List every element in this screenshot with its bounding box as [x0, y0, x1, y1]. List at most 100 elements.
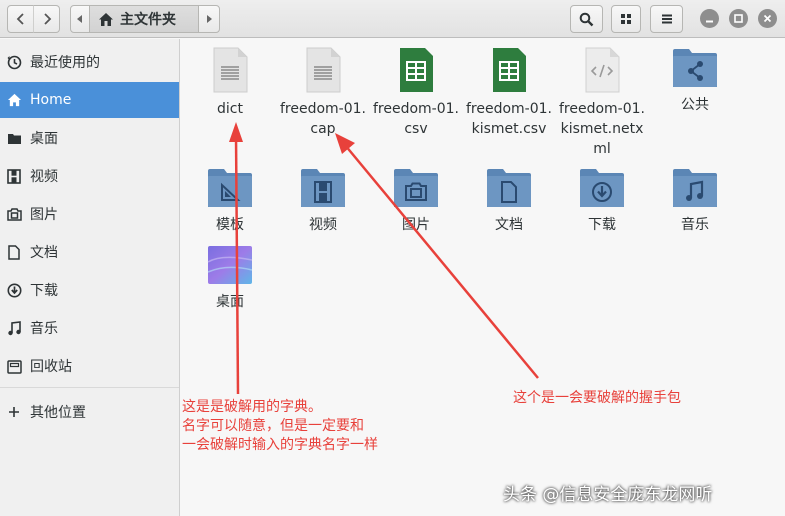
sidebar-item-label: Home [30, 92, 72, 108]
film-icon [6, 168, 22, 184]
file-name: 模板 [216, 217, 244, 233]
folder-videos-icon [301, 169, 345, 207]
sidebar-item-trash[interactable]: 回收站 [0, 348, 179, 384]
file-name: freedom-01.kismet.csv [465, 101, 552, 137]
folder-downloads-icon [580, 169, 624, 207]
clock-icon [6, 54, 22, 70]
header-bar: 主文件夹 [0, 0, 785, 38]
sidebar-item-music[interactable]: 音乐 [0, 310, 179, 346]
text-file-icon [213, 47, 248, 93]
minimize-button[interactable] [700, 9, 719, 28]
file-name: 图片 [402, 217, 430, 233]
annotation-dictionary: 这是是破解用的字典。 名字可以随意，但是一定要和 一会破解时输入的字典名字一样 [182, 398, 378, 455]
sidebar-item-recent[interactable]: 最近使用的 [0, 44, 179, 80]
search-icon [579, 12, 594, 26]
path-label: 主文件夹 [120, 12, 176, 28]
folder-icon [6, 130, 22, 146]
home-icon [99, 12, 113, 26]
annotation-line: 一会破解时输入的字典名字一样 [182, 437, 378, 453]
sidebar-item-label: 视频 [30, 169, 58, 185]
annotation-handshake: 这个是一会要破解的握手包 [513, 390, 681, 406]
maximize-icon [734, 14, 743, 23]
folder-templates-icon [208, 169, 252, 207]
file-name: freedom-01.kismet.netxml [558, 101, 645, 157]
triangle-right-icon [207, 15, 212, 23]
folder-pictures-icon [394, 169, 438, 207]
triangle-left-icon [77, 15, 82, 23]
trash-icon [6, 358, 22, 374]
watermark: 头条 @信息安全庞东龙网听 [503, 485, 713, 505]
sidebar: 最近使用的 Home 桌面 视频 图片 文档 下载 音乐 回收站 其他位置 [0, 39, 180, 516]
forward-button[interactable] [33, 5, 60, 33]
plus-icon [6, 404, 22, 420]
music-icon [6, 320, 22, 336]
file-item[interactable]: 图片 [372, 167, 460, 235]
sidebar-item-label: 音乐 [30, 321, 58, 337]
path-scroll-right-button[interactable] [198, 5, 220, 33]
text-file-icon [306, 47, 341, 93]
file-item[interactable]: freedom-01.cap [279, 47, 367, 139]
view-mode-button[interactable] [611, 5, 641, 33]
file-item[interactable]: freedom-01.csv [372, 47, 460, 139]
sidebar-separator [0, 387, 179, 388]
file-item[interactable]: 视频 [279, 167, 367, 235]
sidebar-item-label: 其他位置 [30, 405, 86, 421]
file-item[interactable]: 文档 [465, 167, 553, 235]
back-button[interactable] [7, 5, 34, 33]
path-home-button[interactable]: 主文件夹 [89, 5, 199, 33]
sidebar-item-label: 桌面 [30, 131, 58, 147]
minimize-icon [706, 20, 713, 23]
sidebar-item-label: 最近使用的 [30, 55, 100, 71]
file-item[interactable]: freedom-01.kismet.csv [465, 47, 553, 139]
sidebar-item-videos[interactable]: 视频 [0, 158, 179, 194]
sidebar-item-label: 下载 [30, 283, 58, 299]
sidebar-item-pictures[interactable]: 图片 [0, 196, 179, 232]
download-icon [6, 282, 22, 298]
file-name: 文档 [495, 217, 523, 233]
file-name: 下载 [588, 217, 616, 233]
document-icon [6, 244, 22, 260]
menu-button[interactable] [650, 5, 683, 33]
file-item[interactable]: 音乐 [651, 167, 739, 235]
grid-view-icon [621, 14, 631, 24]
file-name: 音乐 [681, 217, 709, 233]
sidebar-item-label: 文档 [30, 245, 58, 261]
chevron-right-icon [43, 13, 51, 25]
file-item[interactable]: dict [186, 47, 274, 119]
folder-share-icon [673, 49, 717, 87]
folder-desktop-icon [207, 246, 253, 284]
spreadsheet-file-icon [400, 48, 433, 92]
folder-documents-icon [487, 169, 531, 207]
file-name: freedom-01.cap [279, 101, 366, 137]
file-item[interactable]: 公共 [651, 47, 739, 115]
close-icon [763, 14, 772, 23]
file-item[interactable]: 下载 [558, 167, 646, 235]
sidebar-item-documents[interactable]: 文档 [0, 234, 179, 270]
search-button[interactable] [570, 5, 603, 33]
sidebar-item-downloads[interactable]: 下载 [0, 272, 179, 308]
spreadsheet-file-icon [493, 48, 526, 92]
chevron-left-icon [16, 13, 24, 25]
sidebar-item-other-locations[interactable]: 其他位置 [0, 394, 179, 430]
file-item[interactable]: freedom-01.kismet.netxml [558, 47, 646, 159]
close-button[interactable] [758, 9, 777, 28]
sidebar-item-desktop[interactable]: 桌面 [0, 120, 179, 156]
maximize-button[interactable] [729, 9, 748, 28]
path-scroll-left-button[interactable] [70, 5, 90, 33]
file-item[interactable]: 模板 [186, 167, 274, 235]
file-name: 桌面 [216, 294, 244, 310]
sidebar-item-home[interactable]: Home [0, 82, 179, 118]
folder-music-icon [673, 169, 717, 207]
file-item[interactable]: 桌面 [186, 244, 274, 312]
annotation-line: 这是是破解用的字典。 [182, 399, 322, 415]
sidebar-item-label: 图片 [30, 207, 58, 223]
annotation-line: 名字可以随意，但是一定要和 [182, 418, 364, 434]
file-name: freedom-01.csv [372, 101, 459, 137]
camera-icon [6, 206, 22, 222]
code-file-icon [585, 47, 620, 93]
file-name: dict [217, 101, 243, 117]
home-icon [6, 92, 22, 108]
file-name: 视频 [309, 217, 337, 233]
sidebar-item-label: 回收站 [30, 359, 72, 375]
file-name: 公共 [681, 97, 709, 113]
